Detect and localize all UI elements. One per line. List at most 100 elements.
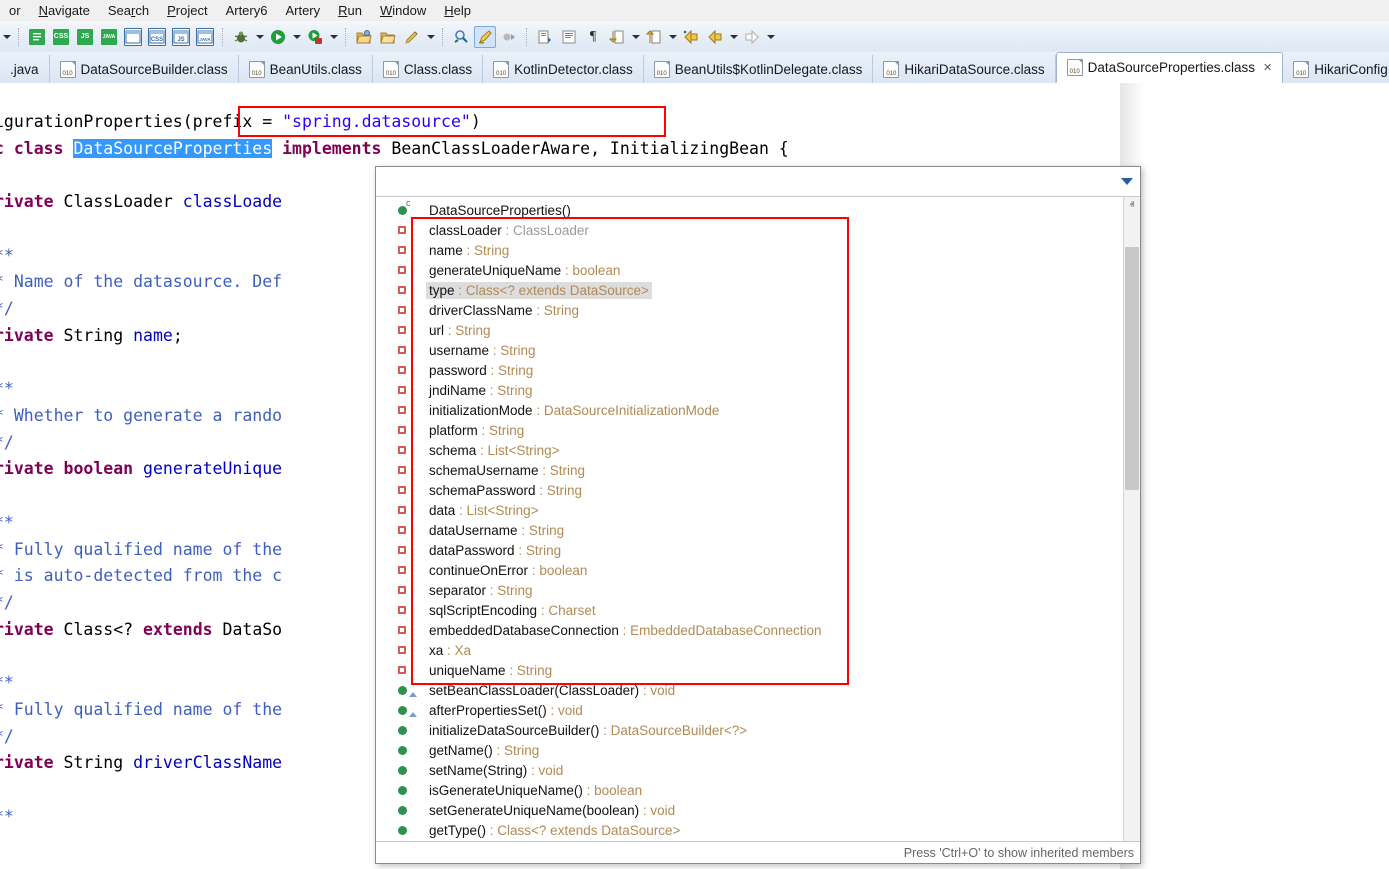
outline-item-type[interactable]: type : Class<? extends DataSource> xyxy=(376,280,1123,300)
new-css-file-icon[interactable]: CSS xyxy=(50,26,72,48)
menu-item-navigate[interactable]: Navigate xyxy=(30,0,99,21)
outline-item-isgenerateuniquename-[interactable]: isGenerateUniqueName() : boolean xyxy=(376,780,1123,800)
menu-item-project[interactable]: Project xyxy=(158,0,216,21)
menu-item-or[interactable]: or xyxy=(0,0,30,21)
outline-item-generateuniquename[interactable]: generateUniqueName : boolean xyxy=(376,260,1123,280)
outline-item-label: type : Class<? extends DataSource> xyxy=(426,282,652,299)
outline-item-setname-string-[interactable]: setName(String) : void xyxy=(376,760,1123,780)
chevron-down-icon[interactable] xyxy=(1121,178,1133,185)
menu-item-artery6[interactable]: Artery6 xyxy=(217,0,277,21)
outline-item-setgenerateuniquename-boolean-[interactable]: setGenerateUniqueName(boolean) : void xyxy=(376,800,1123,820)
outline-item-schemausername[interactable]: schemaUsername : String xyxy=(376,460,1123,480)
run-external-tools-icon[interactable] xyxy=(304,26,326,48)
menu-item-window[interactable]: Window xyxy=(371,0,435,21)
close-icon[interactable]: ✕ xyxy=(1263,61,1272,74)
outline-item-getname-[interactable]: getName() : String xyxy=(376,740,1123,760)
outline-item-schema[interactable]: schema : List<String> xyxy=(376,440,1123,460)
outline-member-list[interactable]: DataSourceProperties() classLoader : Clas… xyxy=(376,197,1123,841)
toggle-mark-occurrences-icon[interactable] xyxy=(474,26,496,48)
editor-tab-hikariconfig-class[interactable]: 010HikariConfig.class xyxy=(1283,55,1389,83)
outline-item-sqlscriptencoding[interactable]: sqlScriptEncoding : Charset xyxy=(376,600,1123,620)
editor-tab-datasourceproperties-class[interactable]: 010 DataSourceProperties.class ✕ xyxy=(1056,52,1284,83)
show-whitespace-icon[interactable] xyxy=(558,26,580,48)
scrollbar-thumb[interactable] xyxy=(1125,247,1139,490)
outline-item-schemapassword[interactable]: schemaPassword : String xyxy=(376,480,1123,500)
previous-annotation-dropdown-caret[interactable] xyxy=(666,26,679,48)
open-java-editor-icon[interactable]: JAVA xyxy=(194,26,216,48)
previous-annotation-icon[interactable] xyxy=(643,26,665,48)
menu-item-run[interactable]: Run xyxy=(329,0,371,21)
outline-item-driverclassname[interactable]: driverClassName : String xyxy=(376,300,1123,320)
outline-item-username[interactable]: username : String xyxy=(376,340,1123,360)
outline-item-xa[interactable]: xa : Xa xyxy=(376,640,1123,660)
outline-item-icon xyxy=(390,446,426,454)
outline-item-jndiname[interactable]: jndiName : String xyxy=(376,380,1123,400)
editor-tab-kotlindetector-class[interactable]: 010 KotlinDetector.class xyxy=(483,55,644,83)
field-icon xyxy=(398,546,406,554)
outline-item-separator[interactable]: separator : String xyxy=(376,580,1123,600)
new-java-class-wizard-icon[interactable] xyxy=(401,26,423,48)
back-history-icon[interactable] xyxy=(680,26,702,48)
outline-item-classloader[interactable]: classLoader : ClassLoader xyxy=(376,220,1123,240)
run-icon[interactable] xyxy=(267,26,289,48)
pilcrow-icon[interactable]: ¶ xyxy=(582,26,604,48)
forward-icon[interactable] xyxy=(741,26,763,48)
outline-item-uniquename[interactable]: uniqueName : String xyxy=(376,660,1123,680)
open-package-icon[interactable] xyxy=(353,26,375,48)
search-icon[interactable] xyxy=(450,26,472,48)
next-annotation-icon[interactable] xyxy=(534,26,556,48)
code-token: ) xyxy=(471,112,481,131)
back-icon[interactable] xyxy=(704,26,726,48)
outline-item-afterpropertiesset-[interactable]: afterPropertiesSet() : void xyxy=(376,700,1123,720)
dropdown-caret[interactable] xyxy=(0,26,13,48)
forward-dropdown-caret[interactable] xyxy=(727,26,740,48)
editor-tab-beanutils-class[interactable]: 010 BeanUtils.class xyxy=(239,55,373,83)
editor-tab-hikaridatasource-class[interactable]: 010 HikariDataSource.class xyxy=(873,55,1055,83)
scroll-up-arrow-icon[interactable]: ⱏ xyxy=(1124,197,1140,214)
outline-item-password[interactable]: password : String xyxy=(376,360,1123,380)
run-dropdown-caret[interactable] xyxy=(290,26,303,48)
outline-item-initializedatasourcebuilder-[interactable]: initializeDataSourceBuilder() : DataSour… xyxy=(376,720,1123,740)
scroll-down-arrow-icon[interactable]: ⱟ xyxy=(1124,824,1140,841)
outline-scrollbar[interactable]: ⱏ ⱟ xyxy=(1123,197,1140,841)
forward-history-caret[interactable] xyxy=(764,26,777,48)
open-js-editor-icon[interactable]: JS xyxy=(170,26,192,48)
menu-item-search[interactable]: Search xyxy=(99,0,158,21)
external-tools-dropdown-caret[interactable] xyxy=(327,26,340,48)
outline-item-initializationmode[interactable]: initializationMode : DataSourceInitializ… xyxy=(376,400,1123,420)
open-type-icon[interactable] xyxy=(377,26,399,48)
editor-tab-datasourcebuilder-class[interactable]: 010 DataSourceBuilder.class xyxy=(50,55,239,83)
outline-item-platform[interactable]: platform : String xyxy=(376,420,1123,440)
outline-item-setbeanclassloader-classloader-[interactable]: setBeanClassLoader(ClassLoader) : void xyxy=(376,680,1123,700)
new-document-icon[interactable] xyxy=(26,26,48,48)
outline-item-continueonerror[interactable]: continueOnError : boolean xyxy=(376,560,1123,580)
outline-item-type: : Class<? extends DataSource> xyxy=(455,283,649,298)
outline-item-url[interactable]: url : String xyxy=(376,320,1123,340)
new-wizard-dropdown-caret[interactable] xyxy=(424,26,437,48)
editor-tab-beanutils-kotlindelegate-class[interactable]: 010 BeanUtils$KotlinDelegate.class xyxy=(644,55,874,83)
outline-item-datausername[interactable]: dataUsername : String xyxy=(376,520,1123,540)
skip-all-breakpoints-icon[interactable] xyxy=(498,26,520,48)
menu-item-help[interactable]: Help xyxy=(435,0,480,21)
outline-item-data[interactable]: data : List<String> xyxy=(376,500,1123,520)
outline-item-datapassword[interactable]: dataPassword : String xyxy=(376,540,1123,560)
outline-item-datasourceproperties-[interactable]: DataSourceProperties() xyxy=(376,200,1123,220)
quick-outline-popup[interactable]: DataSourceProperties() classLoader : Clas… xyxy=(375,166,1141,864)
outline-item-type: : String xyxy=(539,463,586,478)
outline-item-icon xyxy=(390,586,426,594)
open-html-editor-icon[interactable] xyxy=(122,26,144,48)
new-js-file-icon[interactable]: JS xyxy=(74,26,96,48)
outline-item-embeddeddatabaseconnection[interactable]: embeddedDatabaseConnection : EmbeddedDat… xyxy=(376,620,1123,640)
next-annotation-dropdown-caret[interactable] xyxy=(629,26,642,48)
new-java-file-icon[interactable]: JAVA xyxy=(98,26,120,48)
outline-item-gettype-[interactable]: getType() : Class<? extends DataSource> xyxy=(376,820,1123,840)
menu-item-artery[interactable]: Artery xyxy=(276,0,329,21)
editor-tab--java[interactable]: .java xyxy=(0,55,50,83)
debug-icon[interactable] xyxy=(230,26,252,48)
debug-dropdown-caret[interactable] xyxy=(253,26,266,48)
next-annotation-down-icon[interactable] xyxy=(606,26,628,48)
open-css-editor-icon[interactable]: CSS xyxy=(146,26,168,48)
outline-item-label: platform : String xyxy=(426,422,527,439)
editor-tab-class-class[interactable]: 010 Class.class xyxy=(373,55,483,83)
outline-item-name[interactable]: name : String xyxy=(376,240,1123,260)
